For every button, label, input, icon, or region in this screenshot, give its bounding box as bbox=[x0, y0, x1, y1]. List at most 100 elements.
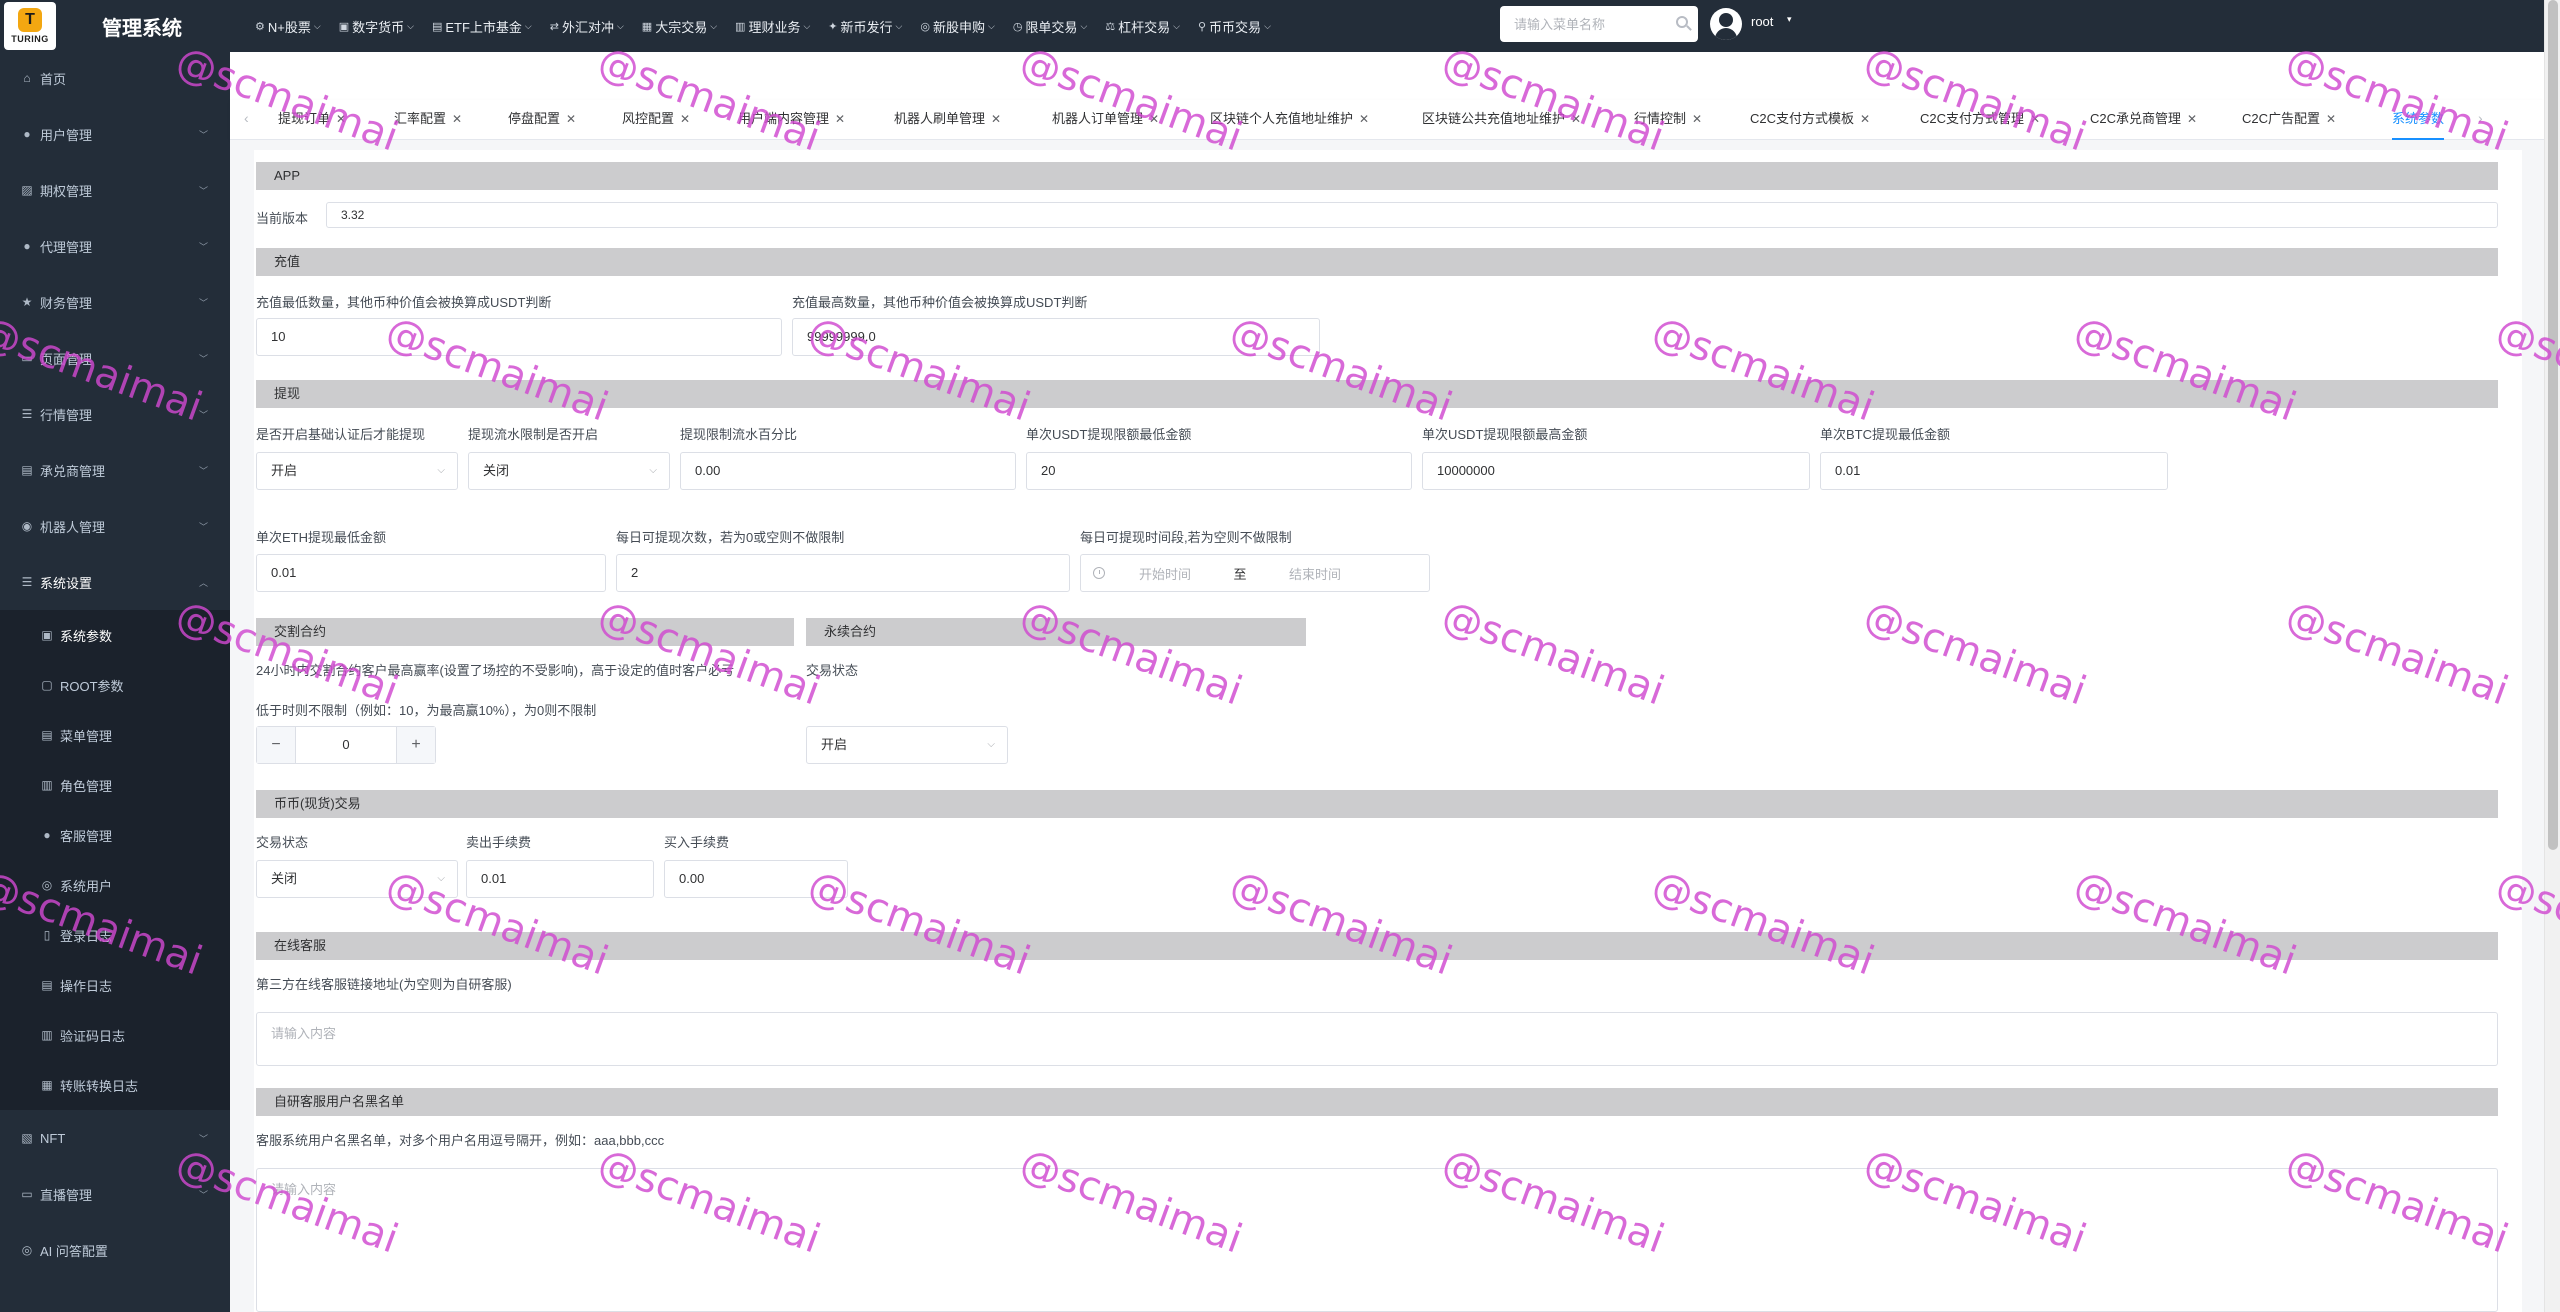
withdraw-kyc-select[interactable]: 开启 ⌵ bbox=[256, 452, 458, 490]
win-rate-value[interactable]: 0 bbox=[295, 727, 397, 763]
blacklist-textarea[interactable]: 请输入内容 bbox=[256, 1168, 2498, 1312]
sidebar-subitem[interactable]: ▤ 操作日志 bbox=[0, 960, 230, 1010]
tab[interactable]: 区块链公共充值地址维护 ✕ bbox=[1422, 100, 1581, 140]
search-icon[interactable] bbox=[1676, 16, 1688, 28]
time-range-picker[interactable]: 开始时间 至 结束时间 bbox=[1080, 554, 1430, 592]
perpetual-status-select[interactable]: 开启 ⌵ bbox=[806, 726, 1008, 764]
sidebar-item[interactable]: ⌂ 首页 bbox=[0, 52, 230, 104]
sidebar-subitem[interactable]: ● 客服管理 bbox=[0, 810, 230, 860]
close-icon[interactable]: ✕ bbox=[680, 112, 690, 126]
app-logo[interactable]: T TURING bbox=[4, 2, 56, 50]
tab[interactable]: 风控配置 ✕ bbox=[622, 100, 690, 140]
close-icon[interactable]: ✕ bbox=[1359, 112, 1369, 126]
sidebar-item[interactable]: ● 代理管理 ﹀ bbox=[0, 220, 230, 272]
btc-min-field[interactable]: 0.01 bbox=[1820, 452, 2168, 490]
version-field[interactable]: 3.32 bbox=[326, 202, 2498, 228]
sidebar-item[interactable]: ▨ 期权管理 ﹀ bbox=[0, 164, 230, 216]
menu-search-input[interactable] bbox=[1500, 6, 1660, 42]
close-icon[interactable]: ✕ bbox=[991, 112, 1001, 126]
close-icon[interactable]: ✕ bbox=[1149, 112, 1159, 126]
recharge-max-field[interactable]: 99999999.0 bbox=[792, 318, 1320, 356]
menu-search[interactable] bbox=[1500, 6, 1698, 42]
sidebar-subitem[interactable]: ▥ 验证码日志 bbox=[0, 1010, 230, 1060]
topnav-item[interactable]: ◎ 新股申购 ⌵ bbox=[911, 0, 1003, 52]
tab[interactable]: C2C承兑商管理 ✕ bbox=[2090, 100, 2197, 140]
close-icon[interactable]: ✕ bbox=[1860, 112, 1870, 126]
topnav-item[interactable]: ⚖ 杠杆交易 ⌵ bbox=[1096, 0, 1189, 52]
tab[interactable]: 机器人订单管理 ✕ bbox=[1052, 100, 1159, 140]
flow-percent-field[interactable]: 0.00 bbox=[680, 452, 1016, 490]
sidebar-item[interactable]: ▭ 直播管理 ﹀ bbox=[0, 1168, 230, 1220]
eth-min-field[interactable]: 0.01 bbox=[256, 554, 606, 592]
tab[interactable]: 机器人刷单管理 ✕ bbox=[894, 100, 1001, 140]
sidebar-item[interactable]: ◉ 机器人管理 ﹀ bbox=[0, 500, 230, 552]
flow-limit-select[interactable]: 关闭 ⌵ bbox=[468, 452, 670, 490]
sidebar-item[interactable]: ☰ 行情管理 ﹀ bbox=[0, 388, 230, 440]
tab[interactable]: 用户端内容管理 ✕ bbox=[738, 100, 845, 140]
close-icon[interactable]: ✕ bbox=[336, 112, 346, 126]
tab[interactable]: 停盘配置 ✕ bbox=[508, 100, 576, 140]
topnav-item[interactable]: ◷ 限单交易 ⌵ bbox=[1004, 0, 1096, 52]
page-scrollbar-thumb[interactable] bbox=[2548, 0, 2558, 850]
close-icon[interactable]: ✕ bbox=[566, 112, 576, 126]
topnav-item[interactable]: ⇄ 外汇对冲 ⌵ bbox=[541, 0, 633, 52]
sidebar-subitem[interactable]: ▯ 登录日志 bbox=[0, 910, 230, 960]
topnav-item[interactable]: ✦ 新币发行 ⌵ bbox=[819, 0, 911, 52]
sidebar-subitem[interactable]: ▥ 角色管理 bbox=[0, 760, 230, 810]
topnav-item[interactable]: ⚲ 币币交易 ⌵ bbox=[1189, 0, 1280, 52]
sidebar-item[interactable]: ◎ AI 问答配置 bbox=[0, 1224, 230, 1276]
sidebar-subitem[interactable]: ▣ 系统参数 bbox=[0, 610, 230, 660]
sidebar-item[interactable]: ▧ NFT ﹀ bbox=[0, 1112, 230, 1164]
topnav-item[interactable]: ▣ 数字货币 ⌵ bbox=[330, 0, 423, 52]
tab[interactable]: C2C支付方式管理 ✕ bbox=[1920, 100, 2040, 140]
topnav-item[interactable]: ▥ 理财业务 ⌵ bbox=[726, 0, 819, 52]
close-icon[interactable]: ✕ bbox=[452, 112, 462, 126]
clock-icon bbox=[1093, 567, 1105, 579]
tab[interactable]: C2C广告配置 ✕ bbox=[2242, 100, 2336, 140]
usdt-max-field[interactable]: 10000000 bbox=[1422, 452, 1810, 490]
sidebar-item[interactable]: ▤ 承兑商管理 ﹀ bbox=[0, 444, 230, 496]
sidebar-item[interactable]: ● 用户管理 ﹀ bbox=[0, 108, 230, 160]
usdt-min-field[interactable]: 20 bbox=[1026, 452, 1412, 490]
close-icon[interactable]: ✕ bbox=[2326, 112, 2336, 126]
buy-fee-field[interactable]: 0.00 bbox=[664, 860, 848, 898]
close-icon[interactable]: ✕ bbox=[2187, 112, 2197, 126]
increase-button[interactable]: + bbox=[397, 727, 435, 763]
recharge-min-field[interactable]: 10 bbox=[256, 318, 782, 356]
sell-fee-field[interactable]: 0.01 bbox=[466, 860, 654, 898]
close-icon[interactable]: ✕ bbox=[2030, 112, 2040, 126]
sidebar-subitem[interactable]: ▦ 转账转换日志 bbox=[0, 1060, 230, 1110]
service-url-textarea[interactable]: 请输入内容 bbox=[256, 1012, 2498, 1066]
close-icon[interactable]: ✕ bbox=[1571, 112, 1581, 126]
close-icon[interactable]: ✕ bbox=[1692, 112, 1702, 126]
tab[interactable]: 提现订单 ✕ bbox=[278, 100, 346, 140]
sidebar-item[interactable]: ☰ 系统设置 ︿ bbox=[0, 556, 230, 608]
page-scrollbar[interactable] bbox=[2544, 0, 2560, 1312]
sidebar-item[interactable]: ★ 财务管理 ﹀ bbox=[0, 276, 230, 328]
daily-count-field[interactable]: 2 bbox=[616, 554, 1070, 592]
topnav-item[interactable]: ▦ 大宗交易 ⌵ bbox=[633, 0, 726, 52]
topnav-item[interactable]: ⚙ N+股票 ⌵ bbox=[246, 0, 330, 52]
topnav-item[interactable]: ▤ ETF上市基金 ⌵ bbox=[423, 0, 541, 52]
time-start-input[interactable]: 开始时间 bbox=[1105, 564, 1225, 583]
sidebar-subitem[interactable]: ▤ 菜单管理 bbox=[0, 710, 230, 760]
decrease-button[interactable]: − bbox=[257, 727, 295, 763]
tab-scroll-left-icon[interactable]: ‹ bbox=[244, 110, 249, 126]
spot-status-select[interactable]: 关闭 ⌵ bbox=[256, 860, 458, 898]
root-icon: ▢ bbox=[41, 678, 53, 692]
sidebar-subitem[interactable]: ▢ ROOT参数 bbox=[0, 660, 230, 710]
tab-scroll-right-icon[interactable]: › bbox=[2478, 110, 2483, 126]
time-end-input[interactable]: 结束时间 bbox=[1255, 564, 1375, 583]
tab[interactable]: 区块链个人充值地址维护 ✕ bbox=[1210, 100, 1369, 140]
user-name[interactable]: root bbox=[1751, 14, 1773, 29]
user-chevron-down-icon[interactable]: ▾ bbox=[1787, 14, 1792, 25]
tab[interactable]: 行情控制 ✕ bbox=[1634, 100, 1702, 140]
sidebar-item[interactable]: ▭ 页面管理 ﹀ bbox=[0, 332, 230, 384]
avatar[interactable] bbox=[1710, 8, 1742, 40]
tab[interactable]: C2C支付方式模板 ✕ bbox=[1750, 100, 1870, 140]
sidebar-subitem[interactable]: ◎ 系统用户 bbox=[0, 860, 230, 910]
win-rate-stepper[interactable]: − 0 + bbox=[256, 726, 436, 764]
tab[interactable]: 系统参数 bbox=[2392, 100, 2445, 140]
close-icon[interactable]: ✕ bbox=[835, 112, 845, 126]
tab[interactable]: 汇率配置 ✕ bbox=[394, 100, 462, 140]
